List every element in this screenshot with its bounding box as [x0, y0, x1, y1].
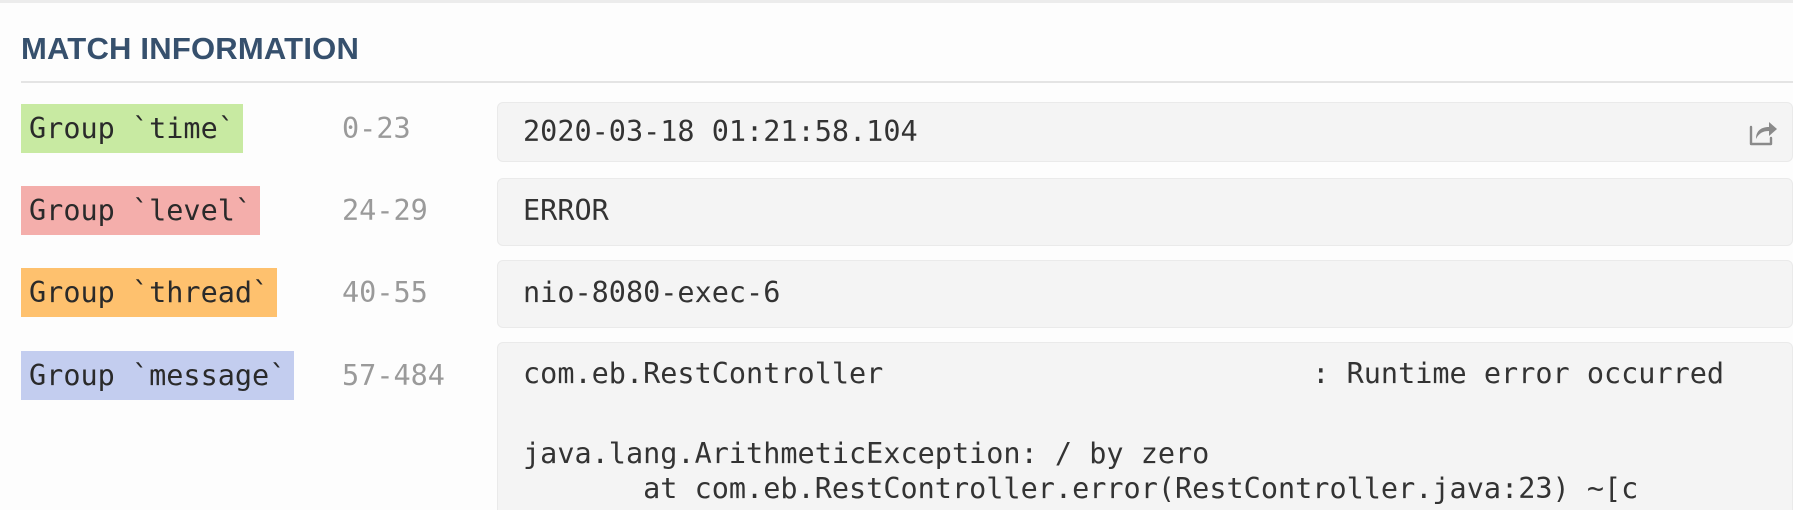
group-label-level: Group `level` — [21, 186, 261, 235]
section-title: MATCH INFORMATION — [21, 31, 360, 66]
group-label-thread: Group `thread` — [21, 268, 278, 317]
group-value-time: 2020-03-18 01:21:58.104 — [523, 115, 918, 148]
group-value-box-message[interactable]: com.eb.RestController : Runtime error oc… — [497, 342, 1793, 510]
group-range-level: 24-29 — [342, 194, 428, 227]
group-value-message-line: com.eb.RestController : Runtime error oc… — [523, 357, 1725, 390]
group-value-box-thread[interactable]: nio-8080-exec-6 — [497, 260, 1793, 328]
group-label-time: Group `time` — [21, 104, 243, 153]
header-divider — [21, 81, 1793, 83]
group-range-message: 57-484 — [342, 359, 445, 392]
group-value-box-level[interactable]: ERROR — [497, 178, 1793, 246]
group-value-message-line: at com.eb.RestController.error(RestContr… — [523, 472, 1639, 505]
group-value-box-time[interactable]: 2020-03-18 01:21:58.104 — [497, 102, 1793, 162]
group-value-message-line: java.lang.ArithmeticException: / by zero — [523, 437, 1210, 470]
group-value-level: ERROR — [523, 194, 609, 227]
group-range-time: 0-23 — [342, 112, 411, 145]
group-range-thread: 40-55 — [342, 276, 428, 309]
group-value-thread: nio-8080-exec-6 — [523, 276, 781, 309]
share-icon[interactable] — [1748, 117, 1778, 147]
group-label-message: Group `message` — [21, 351, 295, 400]
match-information-panel: MATCH INFORMATION Group `time` 0-23 2020… — [0, 0, 1793, 510]
